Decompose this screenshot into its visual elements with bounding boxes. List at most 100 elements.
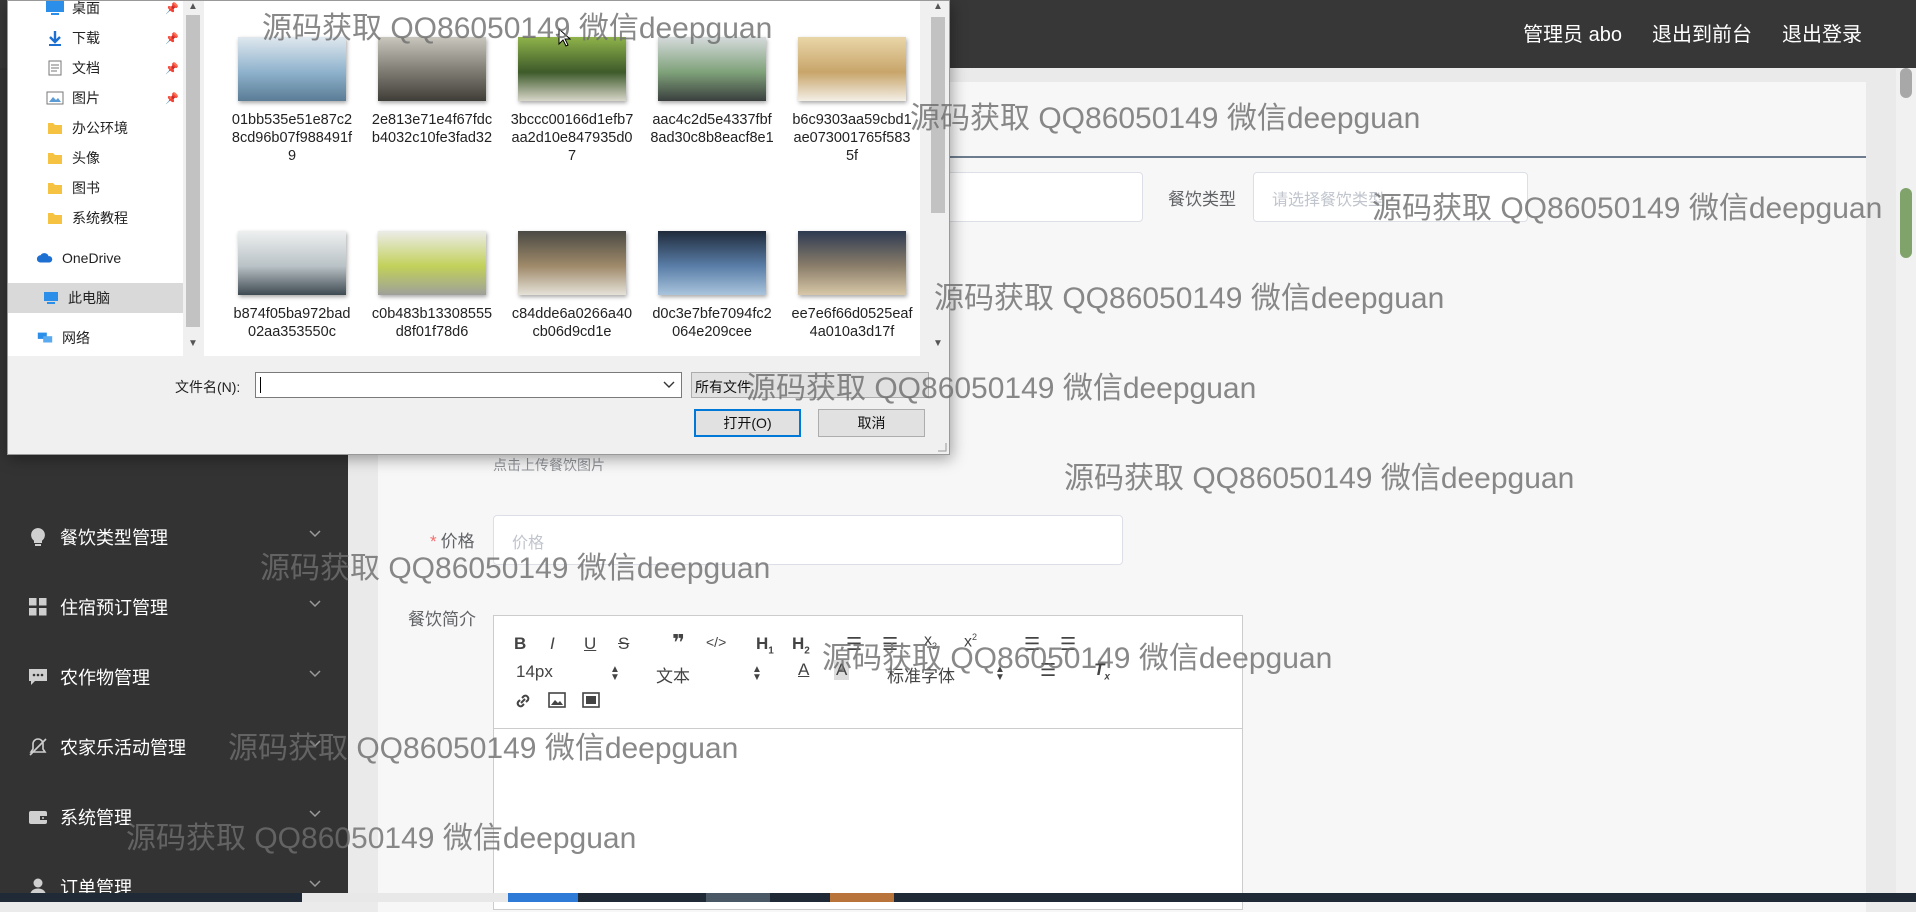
- cancel-button[interactable]: 取消: [818, 409, 925, 437]
- chevron-down-icon[interactable]: [663, 381, 675, 389]
- italic-icon[interactable]: I: [550, 634, 555, 654]
- font-family-select[interactable]: 标准字体 ▲ ▼: [887, 662, 1005, 687]
- computer-icon: [42, 290, 60, 306]
- scroll-up-icon[interactable]: ▲: [933, 1, 943, 12]
- image-thumbnail: [378, 37, 486, 101]
- resize-grip-icon[interactable]: [935, 440, 947, 452]
- chevron-down-icon: [309, 530, 321, 538]
- filetype-select[interactable]: 所有文件: [691, 372, 929, 398]
- document-icon: [46, 60, 64, 76]
- file-name: b6c9303aa59cbd1ae073001765f5835f: [792, 112, 912, 164]
- file-item[interactable]: ee7e6f66d0525eaf4a010a3d17f: [790, 231, 914, 341]
- heading2-icon[interactable]: H2: [792, 634, 810, 656]
- file-grid-scrollbar[interactable]: ▲ ▼: [928, 1, 948, 356]
- scroll-down-icon[interactable]: ▼: [933, 338, 943, 349]
- nav-scrollbar-thumb[interactable]: [186, 15, 200, 327]
- catering-type-select[interactable]: 请选择餐饮类型: [1253, 172, 1528, 222]
- align-icon[interactable]: ☰: [1040, 660, 1056, 681]
- editor-body[interactable]: [494, 728, 1242, 909]
- back-to-front-link[interactable]: 退出到前台: [1652, 18, 1752, 47]
- os-taskbar: [0, 893, 1916, 902]
- nav-item-desktop[interactable]: 桌面 📌: [8, 0, 183, 23]
- bullet-list-icon[interactable]: ☰: [882, 634, 898, 655]
- link-icon[interactable]: [514, 692, 532, 715]
- nav-item-label: 办公环境: [72, 120, 128, 136]
- video-icon[interactable]: [582, 692, 600, 713]
- file-item[interactable]: 2e813e71e4f67fdcb4032c10fe3fad32: [370, 37, 494, 147]
- scroll-up-icon[interactable]: ▲: [188, 1, 198, 12]
- clear-format-icon[interactable]: Tx: [1094, 660, 1110, 682]
- file-grid-scrollbar-thumb[interactable]: [931, 17, 945, 213]
- background-color-icon[interactable]: A: [834, 660, 850, 680]
- logout-link[interactable]: 退出登录: [1782, 18, 1862, 47]
- sidebar-item-orders[interactable]: 订单管理: [0, 862, 348, 912]
- pin-icon: 📌: [165, 33, 179, 45]
- nav-item-office-env[interactable]: 办公环境: [8, 113, 183, 143]
- folder-icon: [46, 180, 64, 196]
- nav-pane: 桌面 📌 下载 📌 文档 📌 图片 📌 办公环境 头像 图书 系统教程 OneD…: [8, 0, 203, 356]
- open-button[interactable]: 打开(O): [694, 409, 801, 437]
- nav-scrollbar[interactable]: ▲ ▼: [183, 1, 203, 356]
- code-block-icon[interactable]: </>: [706, 634, 726, 650]
- price-input[interactable]: 价格: [493, 515, 1123, 565]
- image-thumbnail: [798, 37, 906, 101]
- file-item[interactable]: d0c3e7bfe7094fc2064e209cee: [650, 231, 774, 341]
- nav-item-this-pc[interactable]: 此电脑: [8, 283, 183, 313]
- sidebar-item-crops[interactable]: 农作物管理: [0, 652, 348, 702]
- ordered-list-icon[interactable]: ☰: [846, 634, 862, 655]
- strikethrough-icon[interactable]: S: [618, 634, 629, 654]
- outdent-icon[interactable]: ☰: [1024, 634, 1040, 655]
- nav-item-downloads[interactable]: 下载 📌: [8, 23, 183, 53]
- file-name: 01bb535e51e87c28cd96b07f988491f9: [231, 112, 353, 164]
- file-open-dialog: 桌面 📌 下载 📌 文档 📌 图片 📌 办公环境 头像 图书 系统教程 OneD…: [7, 0, 950, 455]
- font-color-icon[interactable]: A: [798, 660, 809, 680]
- superscript-icon[interactable]: x2: [964, 632, 977, 651]
- page-scrollbar-green-thumb[interactable]: [1900, 188, 1912, 258]
- file-name: c0b483b13308555d8f01f78d6: [371, 306, 493, 340]
- sidebar-item-lodging[interactable]: 住宿预订管理: [0, 582, 348, 632]
- rich-text-editor[interactable]: B I U S ❞ </> H1 H2 ☰ ☰ x2 x2 ☰ ☰ 14px ▲ ▼…: [493, 615, 1243, 910]
- page-scrollbar[interactable]: [1896, 68, 1916, 902]
- text-cursor: [260, 377, 261, 393]
- file-item[interactable]: 01bb535e51e87c28cd96b07f988491f9: [230, 37, 354, 165]
- nav-item-onedrive[interactable]: OneDrive: [8, 243, 183, 273]
- bold-icon[interactable]: B: [514, 634, 526, 654]
- underline-icon[interactable]: U: [584, 634, 596, 654]
- upload-hint[interactable]: 点击上传餐饮图片: [493, 455, 605, 475]
- nav-item-label: 此电脑: [68, 290, 110, 306]
- nav-item-avatar[interactable]: 头像: [8, 143, 183, 173]
- blockquote-icon[interactable]: ❞: [672, 630, 685, 656]
- file-item[interactable]: c84dde6a0266a40cb06d9cd1e: [510, 231, 634, 341]
- font-size-select[interactable]: 14px ▲ ▼: [516, 662, 620, 683]
- nav-item-tutorials[interactable]: 系统教程: [8, 203, 183, 233]
- heading1-icon[interactable]: H1: [756, 634, 774, 656]
- paragraph-select[interactable]: 文本 ▲ ▼: [656, 662, 762, 687]
- folder-icon: [46, 120, 64, 136]
- file-item[interactable]: b874f05ba972bad02aa353550c: [230, 231, 354, 341]
- file-name: c84dde6a0266a40cb06d9cd1e: [511, 306, 633, 340]
- file-name: aac4c2d5e4337fbf8ad30c8b8eacf8e1: [650, 112, 774, 146]
- nav-item-books[interactable]: 图书: [8, 173, 183, 203]
- file-item[interactable]: aac4c2d5e4337fbf8ad30c8b8eacf8e1: [650, 37, 774, 147]
- grid-icon: [26, 595, 50, 619]
- image-icon[interactable]: [548, 692, 566, 713]
- nav-item-pictures[interactable]: 图片 📌: [8, 83, 183, 113]
- sidebar-item-activities[interactable]: 农家乐活动管理: [0, 722, 348, 772]
- file-name: d0c3e7bfe7094fc2064e209cee: [652, 306, 772, 340]
- desktop-icon: [46, 0, 64, 16]
- filename-input[interactable]: [255, 372, 682, 398]
- file-item[interactable]: b6c9303aa59cbd1ae073001765f5835f: [790, 37, 914, 165]
- page-scrollbar-thumb[interactable]: [1900, 68, 1912, 98]
- pictures-icon: [46, 90, 64, 106]
- subscript-icon[interactable]: x2: [924, 632, 937, 651]
- nav-item-label: 头像: [72, 150, 100, 166]
- scroll-down-icon[interactable]: ▼: [188, 338, 198, 349]
- nav-item-documents[interactable]: 文档 📌: [8, 53, 183, 83]
- nav-item-network[interactable]: 网络: [8, 323, 183, 353]
- file-item[interactable]: c0b483b13308555d8f01f78d6: [370, 231, 494, 341]
- pin-icon: 📌: [165, 63, 179, 75]
- file-item[interactable]: 3bccc00166d1efb7aa2d10e847935d07: [510, 37, 634, 165]
- sidebar-item-system[interactable]: 系统管理: [0, 792, 348, 842]
- sidebar-item-catering-type[interactable]: 餐饮类型管理: [0, 512, 348, 562]
- indent-icon[interactable]: ☰: [1060, 634, 1076, 655]
